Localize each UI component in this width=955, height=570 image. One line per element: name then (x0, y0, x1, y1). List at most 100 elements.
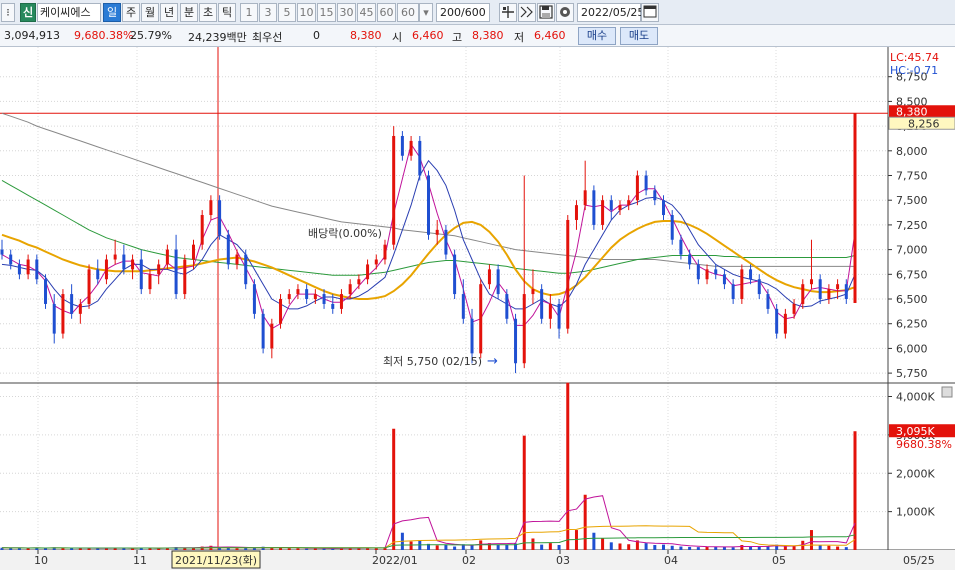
candle-body (131, 259, 135, 270)
sell-button[interactable]: 매도 (620, 27, 658, 45)
interval-45-button[interactable]: 45 (357, 3, 376, 22)
volume-bar (757, 546, 761, 550)
chart-background (0, 47, 955, 570)
volume-bar (609, 542, 613, 550)
crosshair-date-label: 2021/11/23(화) (175, 554, 257, 567)
high-label: 고 (452, 31, 463, 44)
interval-custom-field[interactable]: 60 (397, 3, 419, 22)
x-tick-label-4: 03 (556, 554, 570, 567)
volume-bar (444, 545, 448, 550)
last-date-label: 05/25 (903, 554, 935, 567)
candle-body (322, 294, 326, 304)
volume-bar (540, 544, 544, 550)
period-week-button[interactable]: 주 (122, 3, 140, 22)
candle-body (165, 249, 169, 265)
period-month-button[interactable]: 월 (141, 3, 159, 22)
candle-body (853, 113, 857, 303)
period-day-button[interactable]: 일 (103, 3, 121, 22)
period-second-button[interactable]: 초 (199, 3, 217, 22)
candle-body (61, 294, 65, 334)
volume-bar (836, 546, 840, 550)
volume-bar (662, 544, 666, 550)
period-tick-button[interactable]: 틱 (218, 3, 236, 22)
volume-bar (548, 543, 552, 550)
volume-bar (453, 546, 457, 550)
period-minute-button[interactable]: 분 (180, 3, 198, 22)
save-icon[interactable] (537, 3, 555, 22)
candle-body (435, 229, 439, 235)
volume-tick-label-0: 4,000K (896, 391, 935, 404)
candle-body (827, 289, 831, 300)
candle-body (479, 284, 483, 354)
volume-bar (392, 428, 396, 550)
interval-30-button[interactable]: 30 (337, 3, 356, 22)
candle-body (670, 215, 674, 240)
volume-bar (601, 538, 605, 550)
interval-15-button[interactable]: 15 (317, 3, 336, 22)
lc-label: LC:45.74 (890, 51, 939, 64)
candle-body (366, 264, 370, 280)
candle-body (757, 279, 761, 295)
date-field[interactable]: 2022/05/25 (577, 3, 644, 22)
best-bid-value: 0 (313, 29, 320, 42)
bar-count-value[interactable]: 200 (440, 6, 461, 19)
candle-body (78, 303, 82, 314)
candle-body (383, 244, 387, 260)
candle-body (174, 249, 178, 295)
candle-body (844, 284, 848, 300)
candle-body (313, 294, 317, 300)
period-year-button[interactable]: 년 (160, 3, 178, 22)
candle-body (514, 318, 518, 364)
candle-body (113, 254, 117, 260)
candle-body (766, 294, 770, 309)
calendar-icon[interactable] (641, 3, 659, 22)
menu-grip-icon[interactable]: ⁝ (1, 3, 15, 22)
bar-count-field[interactable]: 200/600 (436, 3, 490, 22)
stock-name-field[interactable]: 케이씨에스 (37, 3, 101, 22)
candle-body (487, 269, 491, 285)
crosshair-icon[interactable] (499, 3, 517, 22)
x-tick-label-3: 02 (462, 554, 476, 567)
candle-body (618, 205, 622, 211)
interval-10-button[interactable]: 10 (297, 3, 316, 22)
x-tick-label-1: 11 (133, 554, 147, 567)
quote-summary-bar: 3,094,913 9,680.38% 25.79% 24,239백만 최우선 … (0, 25, 955, 47)
candle-body (592, 190, 596, 225)
volume-bar (566, 382, 570, 550)
interval-60-button[interactable]: 60 (377, 3, 396, 22)
volume-bar (70, 548, 74, 550)
volume-bar (696, 547, 700, 550)
candle-body (157, 264, 161, 275)
trade-amount-value: 24,239백만 (188, 31, 247, 44)
lowest-price-arrow: → (487, 354, 498, 369)
open-value: 6,460 (412, 29, 444, 42)
volume-bar (409, 541, 413, 550)
volume-ratio-value: 9,680.38% (74, 29, 134, 42)
candle-body (461, 294, 465, 319)
candle-body (418, 140, 422, 176)
price-tick-label-6: 7,250 (896, 219, 928, 232)
period-select-icon[interactable] (518, 3, 536, 22)
interval-3-button[interactable]: 3 (259, 3, 277, 22)
buy-button[interactable]: 매수 (578, 27, 616, 45)
candle-body (644, 175, 648, 191)
open-label: 시 (392, 31, 403, 44)
volume-tick-label-3: 1,000K (896, 506, 935, 519)
volume-bar (26, 548, 30, 550)
volume-bar (670, 545, 674, 550)
interval-5-button[interactable]: 5 (278, 3, 296, 22)
volume-bar (296, 548, 300, 550)
gear-icon[interactable] (556, 3, 574, 22)
candle-body (775, 308, 779, 334)
chart-area[interactable]: 0 20 60 120 8,7508,5008,2508,0007,7507,5… (0, 47, 955, 570)
interval-1-button[interactable]: 1 (240, 3, 258, 22)
volume-bar (740, 545, 744, 550)
price-tick-label-12: 5,750 (896, 367, 928, 380)
candle-body (740, 269, 744, 300)
volume-bar (557, 545, 561, 550)
interval-dropdown-chevron-icon[interactable]: ▾ (419, 3, 433, 22)
volume-bar (592, 532, 596, 550)
volume-bar (844, 547, 848, 550)
dividend-annotation: 배당락(0.00%) (308, 227, 382, 240)
candle-body (235, 254, 239, 265)
